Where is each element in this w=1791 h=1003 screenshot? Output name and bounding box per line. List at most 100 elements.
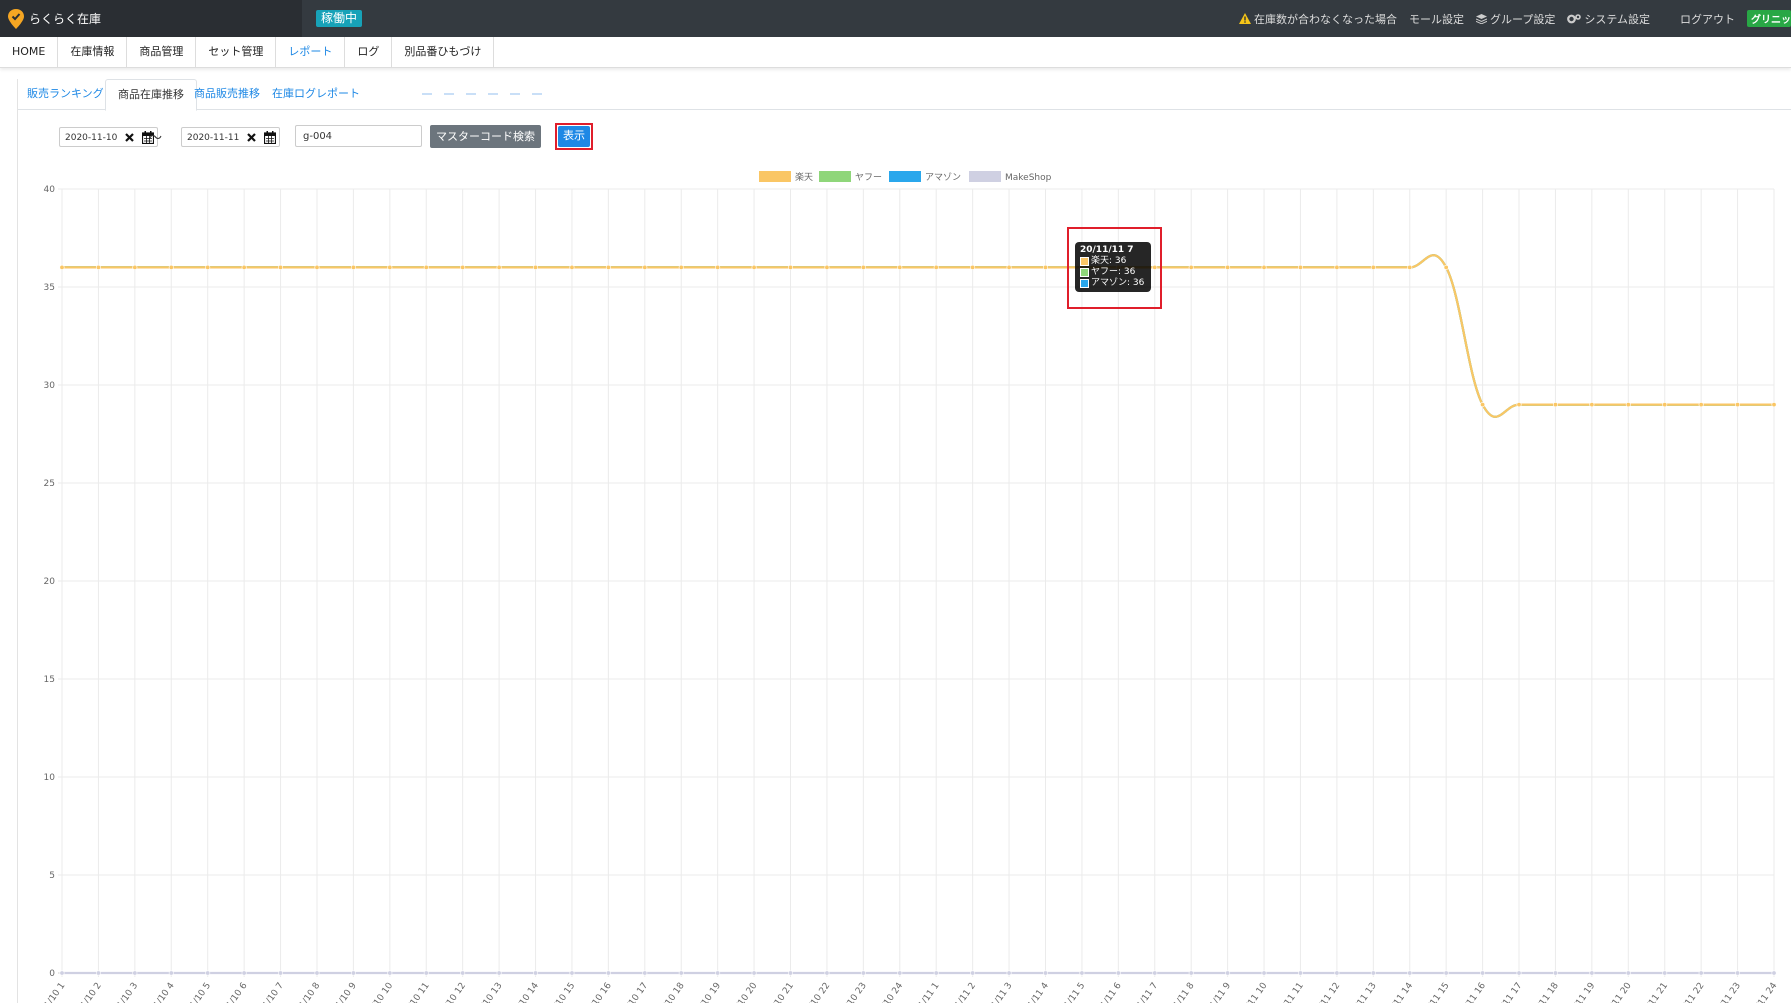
y-tick-label: 20 [44, 577, 56, 587]
series-point-3 [1516, 970, 1522, 976]
tooltip-row: アマゾン: 36 [1080, 278, 1146, 289]
x-tick-label: 11/11 13 [1347, 981, 1378, 1003]
series-point-0 [751, 264, 757, 270]
x-tick-label: 11/10 11 [400, 981, 431, 1003]
x-tick-label: 11/10 5 [185, 981, 213, 1003]
series-point-0 [278, 264, 284, 270]
series-point-0 [132, 264, 138, 270]
x-tick-label: 11/11 20 [1602, 981, 1633, 1003]
series-point-0 [1225, 264, 1231, 270]
x-tick-label: 11/11 18 [1530, 981, 1561, 1003]
x-tick-label: 11/10 9 [331, 981, 359, 1003]
chart-grid [58, 188, 1775, 977]
x-tick-label: 11/11 22 [1675, 981, 1706, 1003]
x-tick-label: 11/10 16 [583, 981, 614, 1003]
x-tick-label: 11/11 11 [1275, 981, 1306, 1003]
series-point-0 [1480, 402, 1486, 408]
series-point-0 [1370, 264, 1376, 270]
series-point-0 [1516, 402, 1522, 408]
series-point-3 [788, 970, 794, 976]
legend-swatch [969, 171, 1001, 182]
x-tick-label: 11/10 17 [619, 981, 650, 1003]
x-tick-label: 11/11 24 [1748, 981, 1779, 1003]
series-point-3 [824, 970, 830, 976]
series-line-2 [62, 254, 1774, 418]
series-point-0 [1552, 402, 1558, 408]
series-point-3 [678, 970, 684, 976]
x-tick-label: 11/10 3 [112, 981, 140, 1003]
series-point-3 [95, 970, 101, 976]
x-tick-label: 11/11 4 [1023, 981, 1051, 1003]
tooltip-row: 楽天: 36 [1080, 256, 1146, 267]
x-tick-label: 11/10 6 [222, 981, 250, 1003]
legend-swatch [819, 171, 851, 182]
x-tick-label: 11/11 2 [950, 981, 978, 1003]
x-tick-label: 11/11 23 [1712, 981, 1743, 1003]
series-point-3 [1407, 970, 1413, 976]
series-point-3 [1662, 970, 1668, 976]
x-tick-label: 11/10 1 [39, 981, 67, 1003]
tooltip-row-label: ヤフー: 36 [1091, 267, 1136, 277]
series-point-3 [933, 970, 939, 976]
series-point-3 [569, 970, 575, 976]
series-point-0 [824, 264, 830, 270]
series-point-0 [1334, 264, 1340, 270]
series-point-0 [1407, 264, 1413, 270]
series-point-0 [1261, 264, 1267, 270]
series-point-0 [423, 264, 429, 270]
series-point-3 [533, 970, 539, 976]
series-point-3 [387, 970, 393, 976]
series-point-3 [715, 970, 721, 976]
series-point-0 [205, 264, 211, 270]
y-tick-label: 15 [44, 675, 55, 685]
x-tick-label: 11/11 8 [1169, 981, 1197, 1003]
series-point-3 [278, 970, 284, 976]
tooltip-swatch-amazon [1080, 279, 1089, 288]
series-point-0 [1188, 264, 1194, 270]
series-point-3 [1006, 970, 1012, 976]
y-tick-label: 5 [49, 871, 55, 881]
y-tick-label: 40 [44, 185, 56, 195]
stock-trend-chart[interactable]: 0510152025303540 11/10 1 11/10 2 11/10 3 11… [0, 0, 1791, 1003]
series-point-3 [605, 970, 611, 976]
series-point-3 [642, 970, 648, 976]
series-point-0 [715, 264, 721, 270]
tooltip-row-label: アマゾン: 36 [1091, 278, 1145, 288]
y-tick-label: 25 [44, 479, 55, 489]
series-line-1 [62, 254, 1774, 418]
tooltip-row: ヤフー: 36 [1080, 267, 1146, 278]
series-point-0 [1443, 264, 1449, 270]
series-point-3 [496, 970, 502, 976]
x-tick-label: 11/10 19 [692, 981, 723, 1003]
x-tick-label: 11/10 20 [728, 981, 759, 1003]
y-tick-label: 35 [44, 283, 55, 293]
tooltip-swatch-yahoo [1080, 268, 1089, 277]
series-point-3 [1261, 970, 1267, 976]
series-point-3 [1297, 970, 1303, 976]
legend-label: MakeShop [1005, 173, 1052, 183]
tooltip-row-label: 楽天: 36 [1091, 256, 1127, 266]
x-tick-label: 11/10 12 [437, 981, 468, 1003]
series-point-3 [350, 970, 356, 976]
series-point-3 [168, 970, 174, 976]
series-point-0 [605, 264, 611, 270]
chart-legend[interactable]: 楽天 ヤフー アマゾン MakeShop [759, 171, 1052, 183]
x-tick-label: 11/10 15 [546, 981, 577, 1003]
series-point-3 [751, 970, 757, 976]
series-point-0 [860, 264, 866, 270]
series-point-3 [1625, 970, 1631, 976]
series-point-3 [1079, 970, 1085, 976]
x-tick-label: 11/10 24 [874, 981, 905, 1003]
legend-label: アマゾン [925, 172, 961, 183]
series-point-0 [1589, 402, 1595, 408]
series-point-0 [1042, 264, 1048, 270]
x-tick-label: 11/10 8 [294, 981, 322, 1003]
tooltip-title: 20/11/11 7 [1080, 245, 1134, 255]
series-point-3 [1188, 970, 1194, 976]
series-point-3 [1370, 970, 1376, 976]
series-point-0 [897, 264, 903, 270]
series-point-3 [460, 970, 466, 976]
y-axis: 0 5 10 15 20 25 30 35 40 [44, 185, 56, 979]
x-tick-label: 11/10 21 [765, 981, 796, 1003]
x-tick-label: 11/11 16 [1457, 981, 1488, 1003]
